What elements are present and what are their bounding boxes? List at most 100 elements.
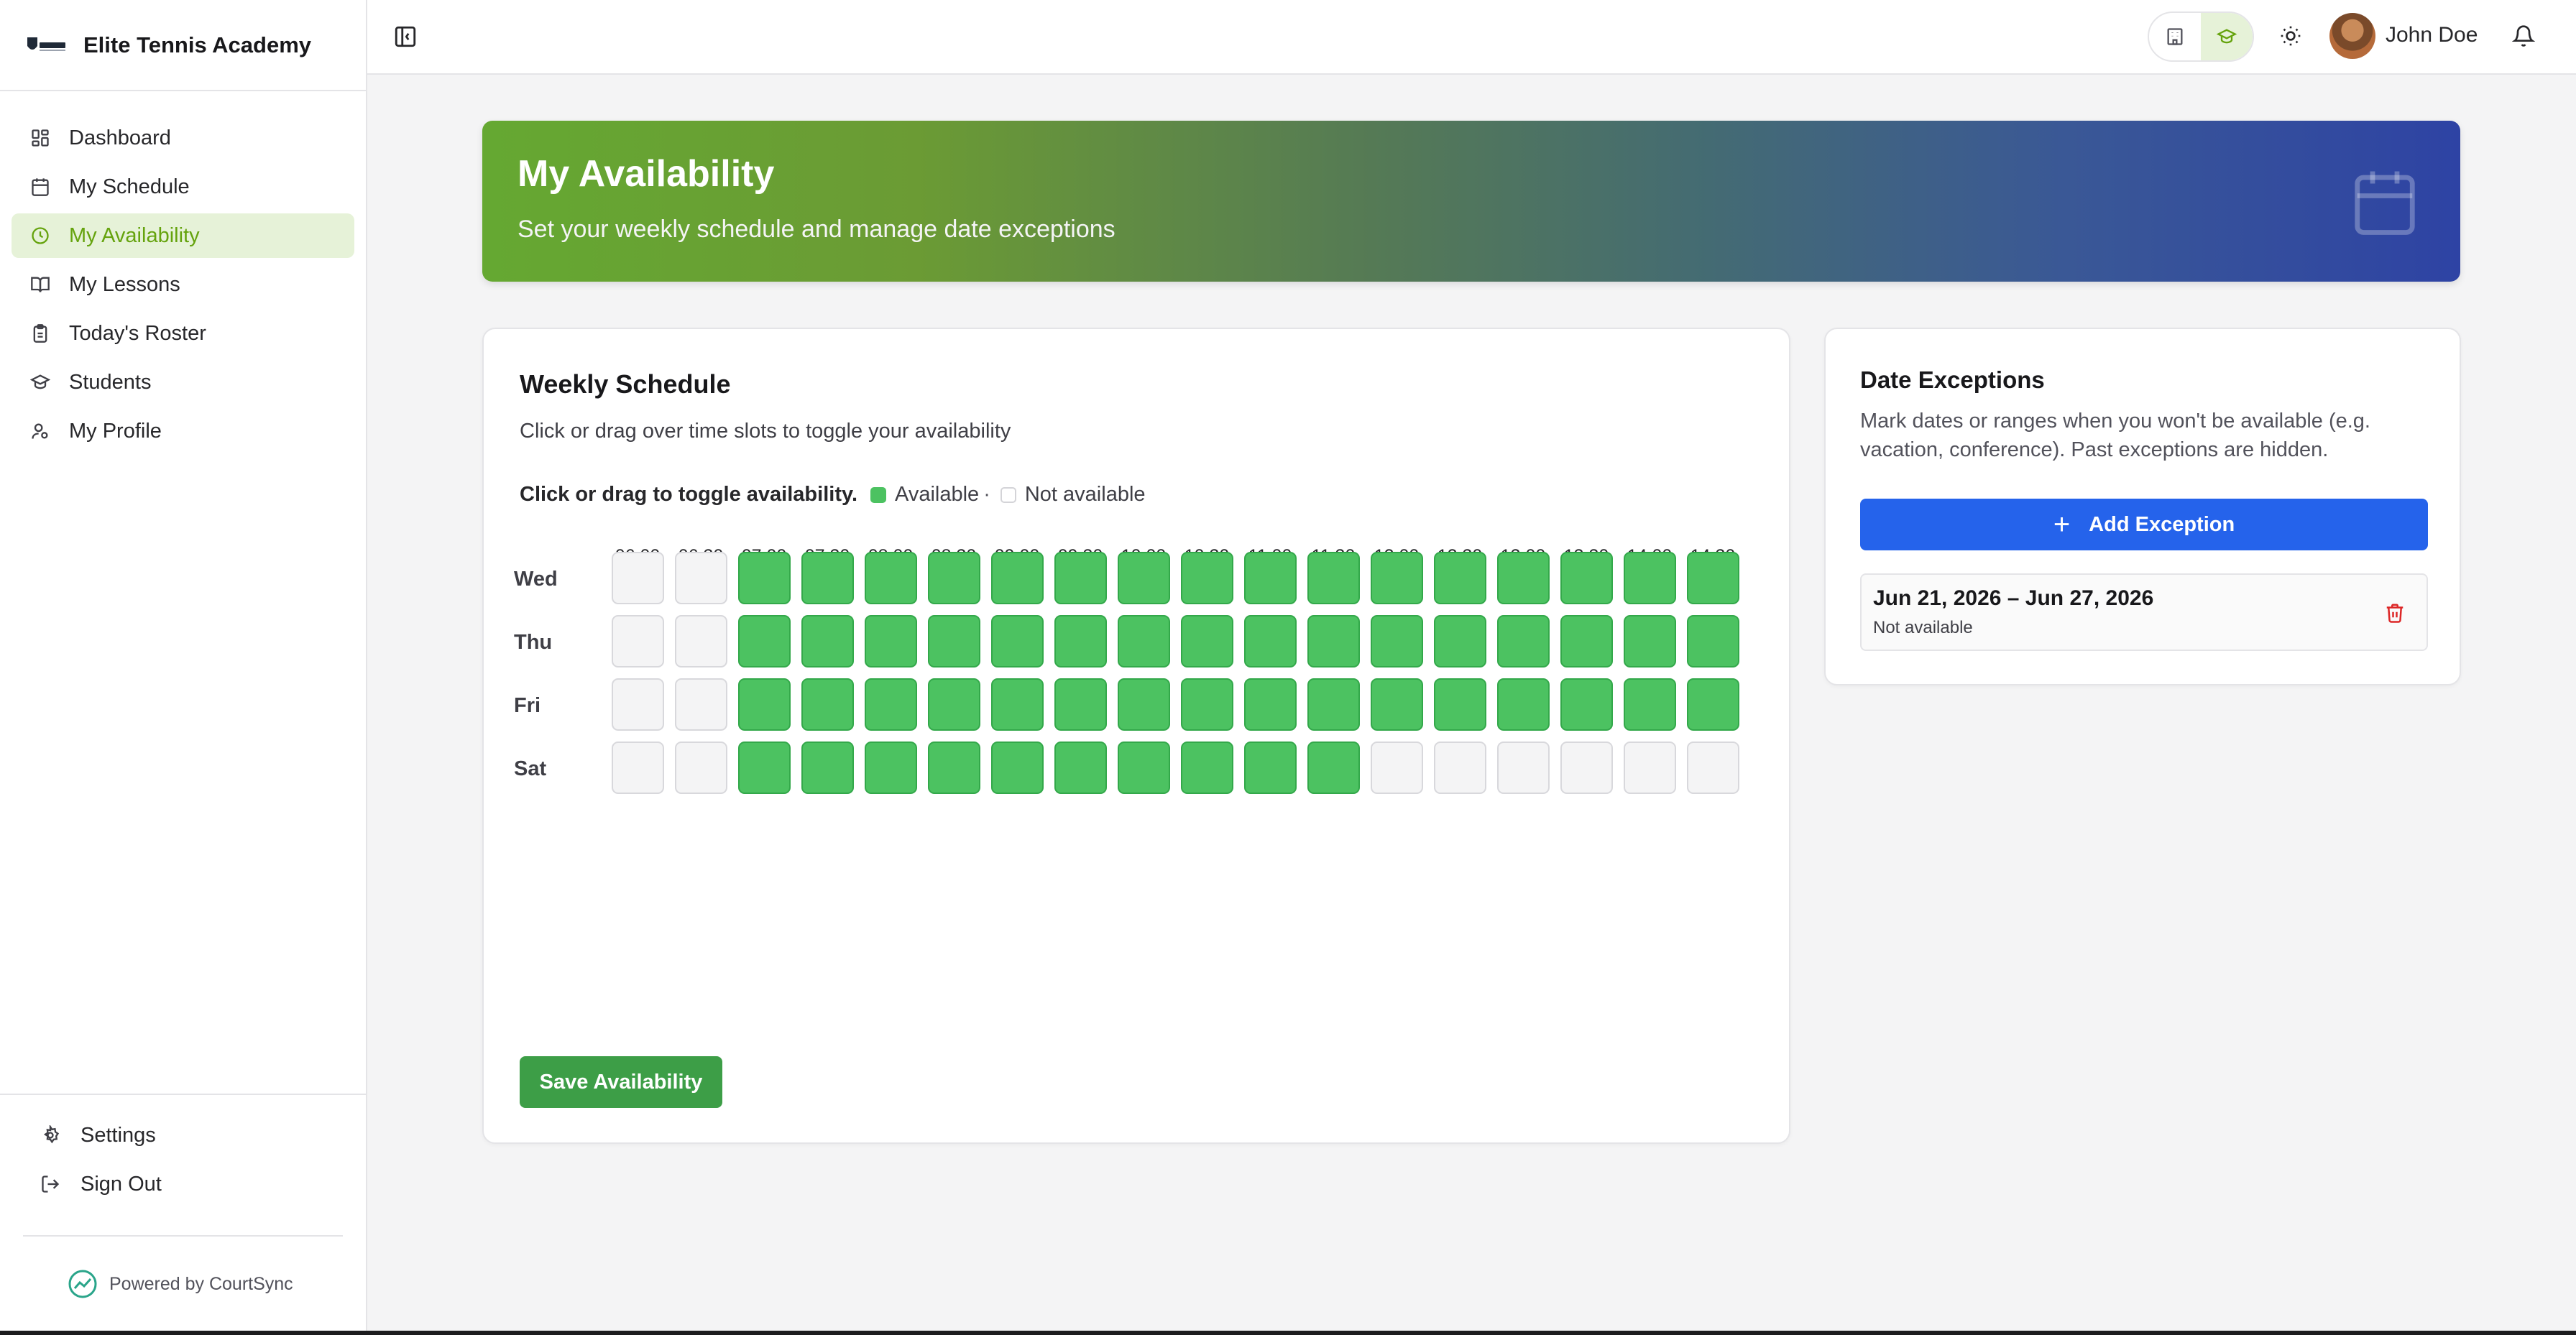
time-slot-thu-1200[interactable] [1371, 615, 1423, 668]
building-role-button[interactable] [2149, 13, 2201, 60]
time-slot-wed-0800[interactable] [865, 552, 917, 604]
time-slot-thu-0800[interactable] [865, 615, 917, 668]
add-exception-button[interactable]: + Add Exception [1860, 499, 2428, 550]
time-slot-thu-1030[interactable] [1181, 615, 1233, 668]
time-slot-wed-1230[interactable] [1434, 552, 1486, 604]
sidebar-item-students[interactable]: Students [12, 360, 354, 405]
time-slot-sat-0900[interactable] [991, 742, 1044, 794]
time-slot-wed-0830[interactable] [928, 552, 980, 604]
time-slot-fri-1430[interactable] [1687, 678, 1739, 731]
time-slot-thu-1230[interactable] [1434, 615, 1486, 668]
time-slot-wed-0630[interactable] [675, 552, 727, 604]
time-slot-sat-1230[interactable] [1434, 742, 1486, 794]
user-name[interactable]: John Doe [2386, 23, 2478, 47]
time-slot-thu-0900[interactable] [991, 615, 1044, 668]
time-slot-fri-1400[interactable] [1624, 678, 1676, 731]
book-icon [29, 273, 52, 296]
time-slot-fri-1330[interactable] [1560, 678, 1613, 731]
time-slot-thu-0630[interactable] [675, 615, 727, 668]
brand[interactable]: Elite Tennis Academy [0, 0, 366, 91]
time-slot-thu-1300[interactable] [1497, 615, 1550, 668]
exception-status: Not available [1873, 618, 1973, 637]
bell-icon[interactable] [2509, 22, 2538, 50]
save-availability-button[interactable]: Save Availability [520, 1056, 722, 1108]
time-slot-fri-0700[interactable] [738, 678, 791, 731]
time-slot-sat-1100[interactable] [1244, 742, 1297, 794]
time-slot-sat-0830[interactable] [928, 742, 980, 794]
time-slot-fri-0900[interactable] [991, 678, 1044, 731]
time-slot-thu-0600[interactable] [612, 615, 664, 668]
time-slot-sat-1430[interactable] [1687, 742, 1739, 794]
sign-out-link[interactable]: Sign Out [23, 1160, 354, 1209]
time-slot-fri-0800[interactable] [865, 678, 917, 731]
time-slot-sat-0700[interactable] [738, 742, 791, 794]
sidebar-item-dashboard[interactable]: Dashboard [12, 116, 354, 160]
time-slot-fri-1300[interactable] [1497, 678, 1550, 731]
sidebar-item-todays-roster[interactable]: Today's Roster [12, 311, 354, 356]
time-slot-thu-1130[interactable] [1307, 615, 1360, 668]
user-icon [29, 420, 52, 443]
time-slot-thu-0700[interactable] [738, 615, 791, 668]
sidebar-item-my-availability[interactable]: My Availability [12, 213, 354, 258]
clock-icon [29, 224, 52, 247]
time-slot-sat-1330[interactable] [1560, 742, 1613, 794]
time-slot-sat-1130[interactable] [1307, 742, 1360, 794]
time-slot-fri-1200[interactable] [1371, 678, 1423, 731]
time-slot-sat-0630[interactable] [675, 742, 727, 794]
time-slot-thu-1100[interactable] [1244, 615, 1297, 668]
time-slot-fri-1230[interactable] [1434, 678, 1486, 731]
time-slot-fri-1130[interactable] [1307, 678, 1360, 731]
time-slot-fri-0730[interactable] [801, 678, 854, 731]
time-slot-thu-1430[interactable] [1687, 615, 1739, 668]
day-label: Fri [514, 694, 541, 717]
sidebar-item-my-schedule[interactable]: My Schedule [12, 165, 354, 209]
time-slot-thu-1330[interactable] [1560, 615, 1613, 668]
sidebar-item-my-profile[interactable]: My Profile [12, 409, 354, 453]
time-slot-fri-0830[interactable] [928, 678, 980, 731]
theme-toggle-sun-icon[interactable] [2276, 22, 2305, 50]
time-slot-sat-0800[interactable] [865, 742, 917, 794]
time-slot-fri-0930[interactable] [1054, 678, 1107, 731]
time-slot-wed-1300[interactable] [1497, 552, 1550, 604]
avatar[interactable] [2329, 13, 2375, 59]
time-slot-fri-0630[interactable] [675, 678, 727, 731]
time-slot-thu-0830[interactable] [928, 615, 980, 668]
time-slot-sat-1300[interactable] [1497, 742, 1550, 794]
time-slot-wed-1000[interactable] [1118, 552, 1170, 604]
time-slot-wed-0930[interactable] [1054, 552, 1107, 604]
time-slot-wed-0700[interactable] [738, 552, 791, 604]
sidebar-toggle-icon[interactable] [393, 24, 418, 49]
time-slot-sat-0600[interactable] [612, 742, 664, 794]
coach-role-button[interactable] [2201, 13, 2253, 60]
time-slot-thu-1400[interactable] [1624, 615, 1676, 668]
settings-link[interactable]: Settings [23, 1111, 354, 1160]
time-slot-wed-0900[interactable] [991, 552, 1044, 604]
time-slot-sat-0730[interactable] [801, 742, 854, 794]
day-label: Thu [514, 631, 553, 654]
time-slot-fri-0600[interactable] [612, 678, 664, 731]
time-slot-sat-0930[interactable] [1054, 742, 1107, 794]
time-slot-sat-1030[interactable] [1181, 742, 1233, 794]
time-slot-wed-1330[interactable] [1560, 552, 1613, 604]
sidebar-item-my-lessons[interactable]: My Lessons [12, 262, 354, 307]
time-slot-wed-0600[interactable] [612, 552, 664, 604]
time-slot-wed-1200[interactable] [1371, 552, 1423, 604]
time-slot-wed-1130[interactable] [1307, 552, 1360, 604]
time-slot-fri-1100[interactable] [1244, 678, 1297, 731]
time-slot-wed-1030[interactable] [1181, 552, 1233, 604]
time-slot-sat-1000[interactable] [1118, 742, 1170, 794]
time-slot-wed-1100[interactable] [1244, 552, 1297, 604]
time-slot-wed-0730[interactable] [801, 552, 854, 604]
time-slot-sat-1400[interactable] [1624, 742, 1676, 794]
time-slot-sat-1200[interactable] [1371, 742, 1423, 794]
time-slot-wed-1400[interactable] [1624, 552, 1676, 604]
time-slot-thu-0930[interactable] [1054, 615, 1107, 668]
time-slot-fri-1000[interactable] [1118, 678, 1170, 731]
sidebar-item-label: Dashboard [69, 126, 171, 149]
legend-unavailable-label: Not available [1024, 483, 1146, 506]
trash-icon[interactable] [2382, 599, 2408, 627]
time-slot-thu-0730[interactable] [801, 615, 854, 668]
time-slot-fri-1030[interactable] [1181, 678, 1233, 731]
time-slot-thu-1000[interactable] [1118, 615, 1170, 668]
time-slot-wed-1430[interactable] [1687, 552, 1739, 604]
